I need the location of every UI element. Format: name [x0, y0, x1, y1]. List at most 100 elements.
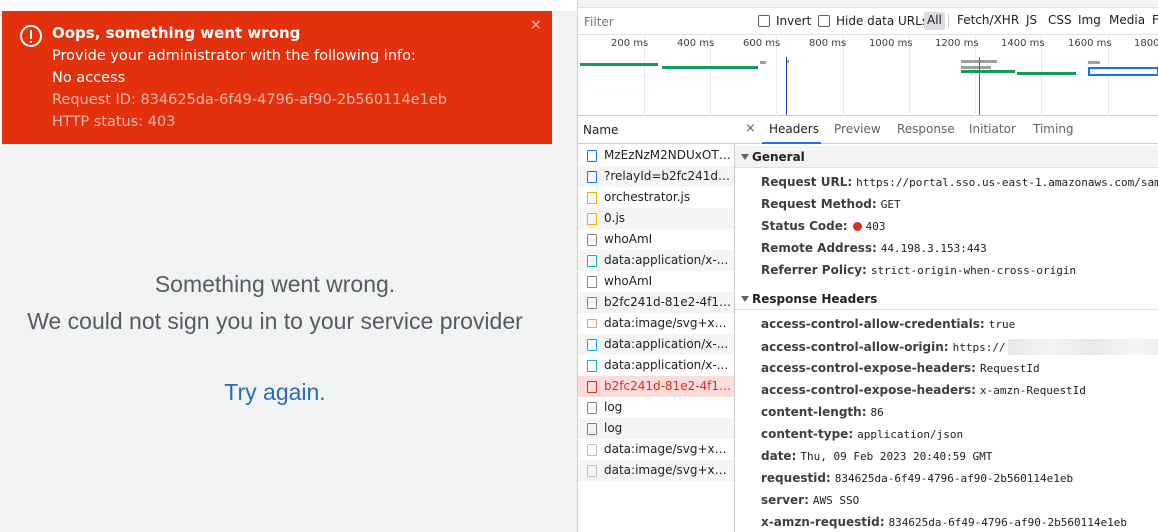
header-name: x-amzn-requestid: [761, 515, 885, 529]
tab-timing[interactable]: Timing [1033, 122, 1074, 136]
timeline-request-bar [662, 66, 758, 69]
request-name-column: Name MzEzNzM2NDUxOTg... ?relayId=b2fc241… [578, 116, 735, 532]
request-name: ?relayId=b2fc241d-8... [604, 169, 732, 183]
type-filter-font[interactable]: F [1149, 12, 1158, 30]
response-header-row: content-type: application/json [761, 427, 1158, 441]
request-row[interactable]: b2fc241d-81e2-4f12... [578, 292, 734, 313]
request-row[interactable]: 0.js [578, 208, 734, 229]
hide-data-urls-checkbox[interactable] [818, 15, 830, 27]
timeline-tick-label: 600 ms [743, 38, 781, 49]
sso-error-page: Oops, something went wrong Provide your … [0, 0, 577, 532]
collapse-triangle-icon [741, 296, 749, 302]
error-message-detail: We could not sign you in to your service… [27, 308, 523, 334]
timeline-request-bar [787, 60, 789, 63]
header-value: strict-origin-when-cross-origin [870, 264, 1077, 277]
type-filter-media[interactable]: Media [1106, 12, 1148, 30]
header-value: 834625da-6f49-4796-af90-2b560114e1eb [888, 516, 1127, 529]
header-row-status-code: Status Code: 403 [761, 219, 1158, 233]
fetch-icon [587, 297, 597, 309]
header-name: Referrer Policy: [761, 263, 867, 277]
request-row[interactable]: data:image/svg+xml;... [578, 313, 734, 334]
request-row[interactable]: whoAmI [578, 229, 734, 250]
fetch-icon [587, 423, 597, 435]
general-section-title: General [752, 150, 805, 164]
request-name: data:image/svg+xml;... [604, 316, 732, 330]
network-timeline-overview[interactable]: 200 ms 400 ms 600 ms 800 ms 1000 ms 1200… [578, 35, 1158, 116]
request-name: log [604, 421, 623, 435]
type-filter-js[interactable]: JS [1023, 12, 1040, 30]
header-name: Status Code: [761, 219, 848, 233]
name-column-header[interactable]: Name [578, 116, 735, 144]
page-top-strip [0, 0, 577, 11]
error-request-icon [587, 381, 597, 393]
header-value: 44.198.3.153:443 [880, 242, 987, 255]
request-row[interactable]: data:application/x-... [578, 334, 734, 355]
header-name: server: [761, 493, 809, 507]
request-row-selected-error[interactable]: b2fc241d-81e2-4f12... [578, 376, 734, 397]
invert-checkbox[interactable] [758, 15, 770, 27]
request-row[interactable]: data:application/x-... [578, 250, 734, 271]
tab-headers[interactable]: Headers [769, 122, 819, 136]
type-filter-all[interactable]: All [924, 12, 945, 30]
type-filter-fetch-xhr[interactable]: Fetch/XHR [954, 12, 1022, 30]
header-value: https://portal.sso.us-east-1.amazonaws.c… [856, 176, 1158, 189]
tab-response[interactable]: Response [897, 122, 955, 136]
request-row[interactable]: log [578, 397, 734, 418]
header-value: true [988, 318, 1016, 331]
request-name: data:image/svg+xml;... [604, 463, 732, 477]
timeline-tick-label: 800 ms [809, 38, 847, 49]
alert-close-icon[interactable]: × [530, 17, 542, 33]
text-file-icon [587, 339, 597, 351]
request-row[interactable]: orchestrator.js [578, 187, 734, 208]
response-header-row: access-control-expose-headers: x-amzn-Req… [761, 383, 1158, 397]
filter-input[interactable] [584, 13, 744, 31]
tab-preview[interactable]: Preview [834, 122, 881, 136]
timeline-load-line [979, 57, 980, 115]
request-name: log [604, 400, 623, 414]
request-name: 0.js [604, 211, 626, 225]
request-name: b2fc241d-81e2-4f12... [604, 295, 732, 309]
devtools-network-panel: Invert Hide data URLs All Fetch/XHR JS C… [577, 0, 1158, 532]
timeline-tick-label: 400 ms [677, 38, 715, 49]
header-row-remote-address: Remote Address: 44.198.3.153:443 [761, 241, 1158, 255]
type-filter-css[interactable]: CSS [1045, 12, 1075, 30]
header-name: Request URL: [761, 175, 853, 189]
close-detail-icon[interactable]: × [745, 121, 756, 136]
try-again-link[interactable]: Try again. [0, 379, 550, 406]
request-name: b2fc241d-81e2-4f12... [604, 379, 732, 393]
tab-initiator[interactable]: Initiator [969, 122, 1016, 136]
general-section-header[interactable]: General [735, 146, 1158, 168]
request-row[interactable]: data:application/x-... [578, 355, 734, 376]
request-name: data:application/x-... [604, 337, 729, 351]
header-name: access-control-allow-origin: [761, 340, 949, 354]
image-icon [587, 444, 597, 456]
timeline-tick-label: 1200 ms [935, 38, 979, 49]
alert-title: Oops, something went wrong [52, 24, 301, 42]
header-row-request-url: Request URL: https://portal.sso.us-east-1… [761, 175, 1158, 189]
request-row[interactable]: data:image/svg+xml;... [578, 439, 734, 460]
hide-data-urls-label: Hide data URLs [836, 14, 929, 28]
response-headers-section-header[interactable]: Response Headers [735, 288, 1158, 310]
request-name: data:application/x-... [604, 358, 729, 372]
script-icon [587, 192, 597, 204]
header-row-request-method: Request Method: GET [761, 197, 1158, 211]
alert-reason: No access [52, 70, 126, 86]
timeline-tick-label: 1400 ms [1001, 38, 1045, 49]
timeline-request-bar [1088, 61, 1100, 64]
header-value: 834625da-6f49-4796-af90-2b560114e1eb [834, 472, 1074, 485]
header-name: Request Method: [761, 197, 877, 211]
header-value: x-amzn-RequestId [979, 384, 1086, 397]
type-filter-img[interactable]: Img [1075, 12, 1104, 30]
request-row[interactable]: whoAmI [578, 271, 734, 292]
request-row[interactable]: MzEzNzM2NDUxOTg... [578, 145, 734, 166]
document-icon [587, 150, 597, 162]
request-row[interactable]: log [578, 418, 734, 439]
header-name: requestid: [761, 471, 831, 485]
error-exclamation-icon [20, 25, 42, 47]
header-value: AWS SSO [812, 494, 860, 507]
fetch-icon [587, 276, 597, 288]
request-name: MzEzNzM2NDUxOTg... [604, 148, 732, 162]
response-header-row: date: Thu, 09 Feb 2023 20:40:59 GMT [761, 449, 1158, 463]
request-row[interactable]: data:image/svg+xml;... [578, 460, 734, 481]
request-row[interactable]: ?relayId=b2fc241d-8... [578, 166, 734, 187]
